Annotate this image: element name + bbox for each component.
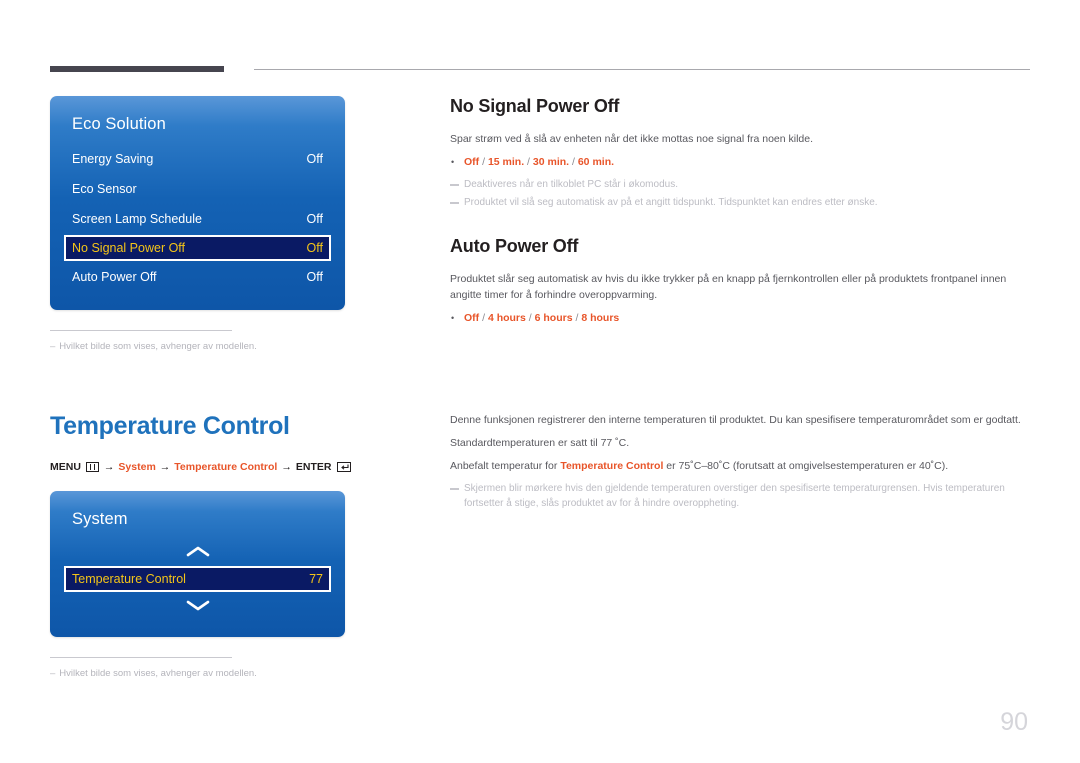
option-separator: / xyxy=(479,312,488,324)
page-title-temperature-control: Temperature Control xyxy=(50,412,290,440)
temperature-control-body-1: Denne funksjonen registrerer den interne… xyxy=(450,414,1021,426)
menu-path-breadcrumb: MENU → System → Temperature Control → EN… xyxy=(50,461,410,473)
no-signal-auto-power-column: No Signal Power Off Spar strøm ved å slå… xyxy=(450,96,1030,333)
option-separator: / xyxy=(569,156,578,168)
osd-row-screen-lamp-schedule[interactable]: Screen Lamp Schedule Off xyxy=(72,204,323,234)
option-value: 30 min. xyxy=(532,156,570,168)
osd-row-value: 77 xyxy=(309,572,323,586)
menu-path-menu-label: MENU xyxy=(50,461,81,473)
osd-row-value: Off xyxy=(306,152,323,166)
eco-panel-footnote: – Hvilket bilde som vises, avhenger av mo… xyxy=(50,330,257,353)
menu-path-link-temperature-control[interactable]: Temperature Control xyxy=(174,461,277,473)
enter-arrow-icon xyxy=(337,462,352,472)
body-3-prefix: Anbefalt temperatur for xyxy=(450,460,561,472)
menu-path-link-system[interactable]: System xyxy=(118,461,155,473)
menu-bars-icon xyxy=(85,462,99,472)
osd-row-temperature-control[interactable]: Temperature Control 77 xyxy=(64,566,331,592)
eco-solution-osd-panel: Eco Solution Energy Saving Off Eco Senso… xyxy=(50,96,345,310)
section-title-no-signal-power-off: No Signal Power Off xyxy=(450,96,620,116)
osd-title-system: System xyxy=(72,510,128,528)
header-thin-rule xyxy=(254,69,1030,70)
osd-row-auto-power-off[interactable]: Auto Power Off Off xyxy=(72,262,323,292)
temperature-control-note: Skjermen blir mørkere hvis den gjeldende… xyxy=(450,481,1030,511)
page-header-rules xyxy=(50,64,1030,74)
no-signal-options-item: Off / 15 min. / 30 min. / 60 min. xyxy=(451,154,1030,171)
no-signal-description: Spar strøm ved å slå av enheten når det … xyxy=(450,133,814,145)
auto-power-off-options-item: Off / 4 hours / 6 hours / 8 hours xyxy=(451,310,1030,327)
system-osd-panel: System Temperature Control 77 xyxy=(50,491,345,637)
footnote-divider xyxy=(50,330,232,331)
body-3-emphasis: Temperature Control xyxy=(560,460,664,472)
footnote-text-row: – Hvilket bilde som vises, avhenger av mo… xyxy=(50,340,257,353)
system-panel-footnote: – Hvilket bilde som vises, avhenger av mo… xyxy=(50,657,257,680)
no-signal-note-1: Deaktiveres når en tilkoblet PC står i ø… xyxy=(450,177,1030,192)
footnote-dash-icon: – xyxy=(50,341,56,352)
body-3-suffix: er 75˚C–80˚C (forutsatt at omgivelsestem… xyxy=(663,460,949,472)
osd-row-eco-sensor[interactable]: Eco Sensor xyxy=(72,174,323,204)
option-value: 8 hours xyxy=(581,312,620,324)
osd-row-value: Off xyxy=(306,270,323,284)
footnote-text: Hvilket bilde som vises, avhenger av mod… xyxy=(59,341,257,352)
page-number: 90 xyxy=(1000,708,1028,736)
temperature-control-body-3: Anbefalt temperatur for Temperature Cont… xyxy=(450,458,1030,474)
section-title-auto-power-off: Auto Power Off xyxy=(450,236,579,256)
menu-path-arrow: → xyxy=(281,461,292,473)
eco-solution-column: Eco Solution Energy Saving Off Eco Senso… xyxy=(50,96,410,353)
auto-power-off-options-list: Off / 4 hours / 6 hours / 8 hours xyxy=(450,310,1030,327)
chevron-down-icon[interactable] xyxy=(50,593,345,619)
no-signal-note-2: Produktet vil slå seg automatisk av på e… xyxy=(450,195,1030,210)
no-signal-options-list: Off / 15 min. / 30 min. / 60 min. xyxy=(450,154,1030,171)
temperature-control-description-column: Denne funksjonen registrerer den interne… xyxy=(450,412,1030,514)
option-value: 60 min. xyxy=(577,156,615,168)
footnote-text: Hvilket bilde som vises, avhenger av mod… xyxy=(59,668,257,679)
chevron-up-icon[interactable] xyxy=(50,539,345,565)
osd-title-eco-solution: Eco Solution xyxy=(72,115,166,133)
option-value: 4 hours xyxy=(487,312,526,324)
osd-row-energy-saving[interactable]: Energy Saving Off xyxy=(72,144,323,174)
osd-row-label: Energy Saving xyxy=(72,152,154,166)
footnote-text-row: – Hvilket bilde som vises, avhenger av mo… xyxy=(50,667,257,680)
osd-row-value: Off xyxy=(306,241,323,255)
osd-row-label: Auto Power Off xyxy=(72,270,157,284)
menu-path-enter-label: ENTER xyxy=(295,461,332,473)
option-value: Off xyxy=(464,156,480,168)
menu-path-arrow: → xyxy=(159,461,171,473)
option-value: 15 min. xyxy=(487,156,525,168)
header-thick-bar xyxy=(50,66,224,72)
option-value: 6 hours xyxy=(534,312,573,324)
temperature-control-column: Temperature Control MENU → System → Temp… xyxy=(50,412,410,680)
osd-row-label: Temperature Control xyxy=(72,572,186,586)
option-value: Off xyxy=(464,312,480,324)
menu-path-arrow: → xyxy=(103,461,115,473)
option-separator: / xyxy=(525,312,535,324)
footnote-dash-icon: – xyxy=(50,668,56,679)
option-separator: / xyxy=(524,156,533,168)
option-separator: / xyxy=(479,156,488,168)
osd-row-no-signal-power-off[interactable]: No Signal Power Off Off xyxy=(64,235,331,261)
auto-power-off-description: Produktet slår seg automatisk av hvis du… xyxy=(450,273,1007,301)
osd-row-value: Off xyxy=(306,212,323,226)
footnote-divider xyxy=(50,657,232,658)
osd-row-label: Eco Sensor xyxy=(72,182,137,196)
osd-row-label: No Signal Power Off xyxy=(72,241,186,255)
temperature-control-body-2: Standardtemperaturen er satt til 77 ˚C. xyxy=(450,437,630,449)
osd-row-label: Screen Lamp Schedule xyxy=(72,212,202,226)
